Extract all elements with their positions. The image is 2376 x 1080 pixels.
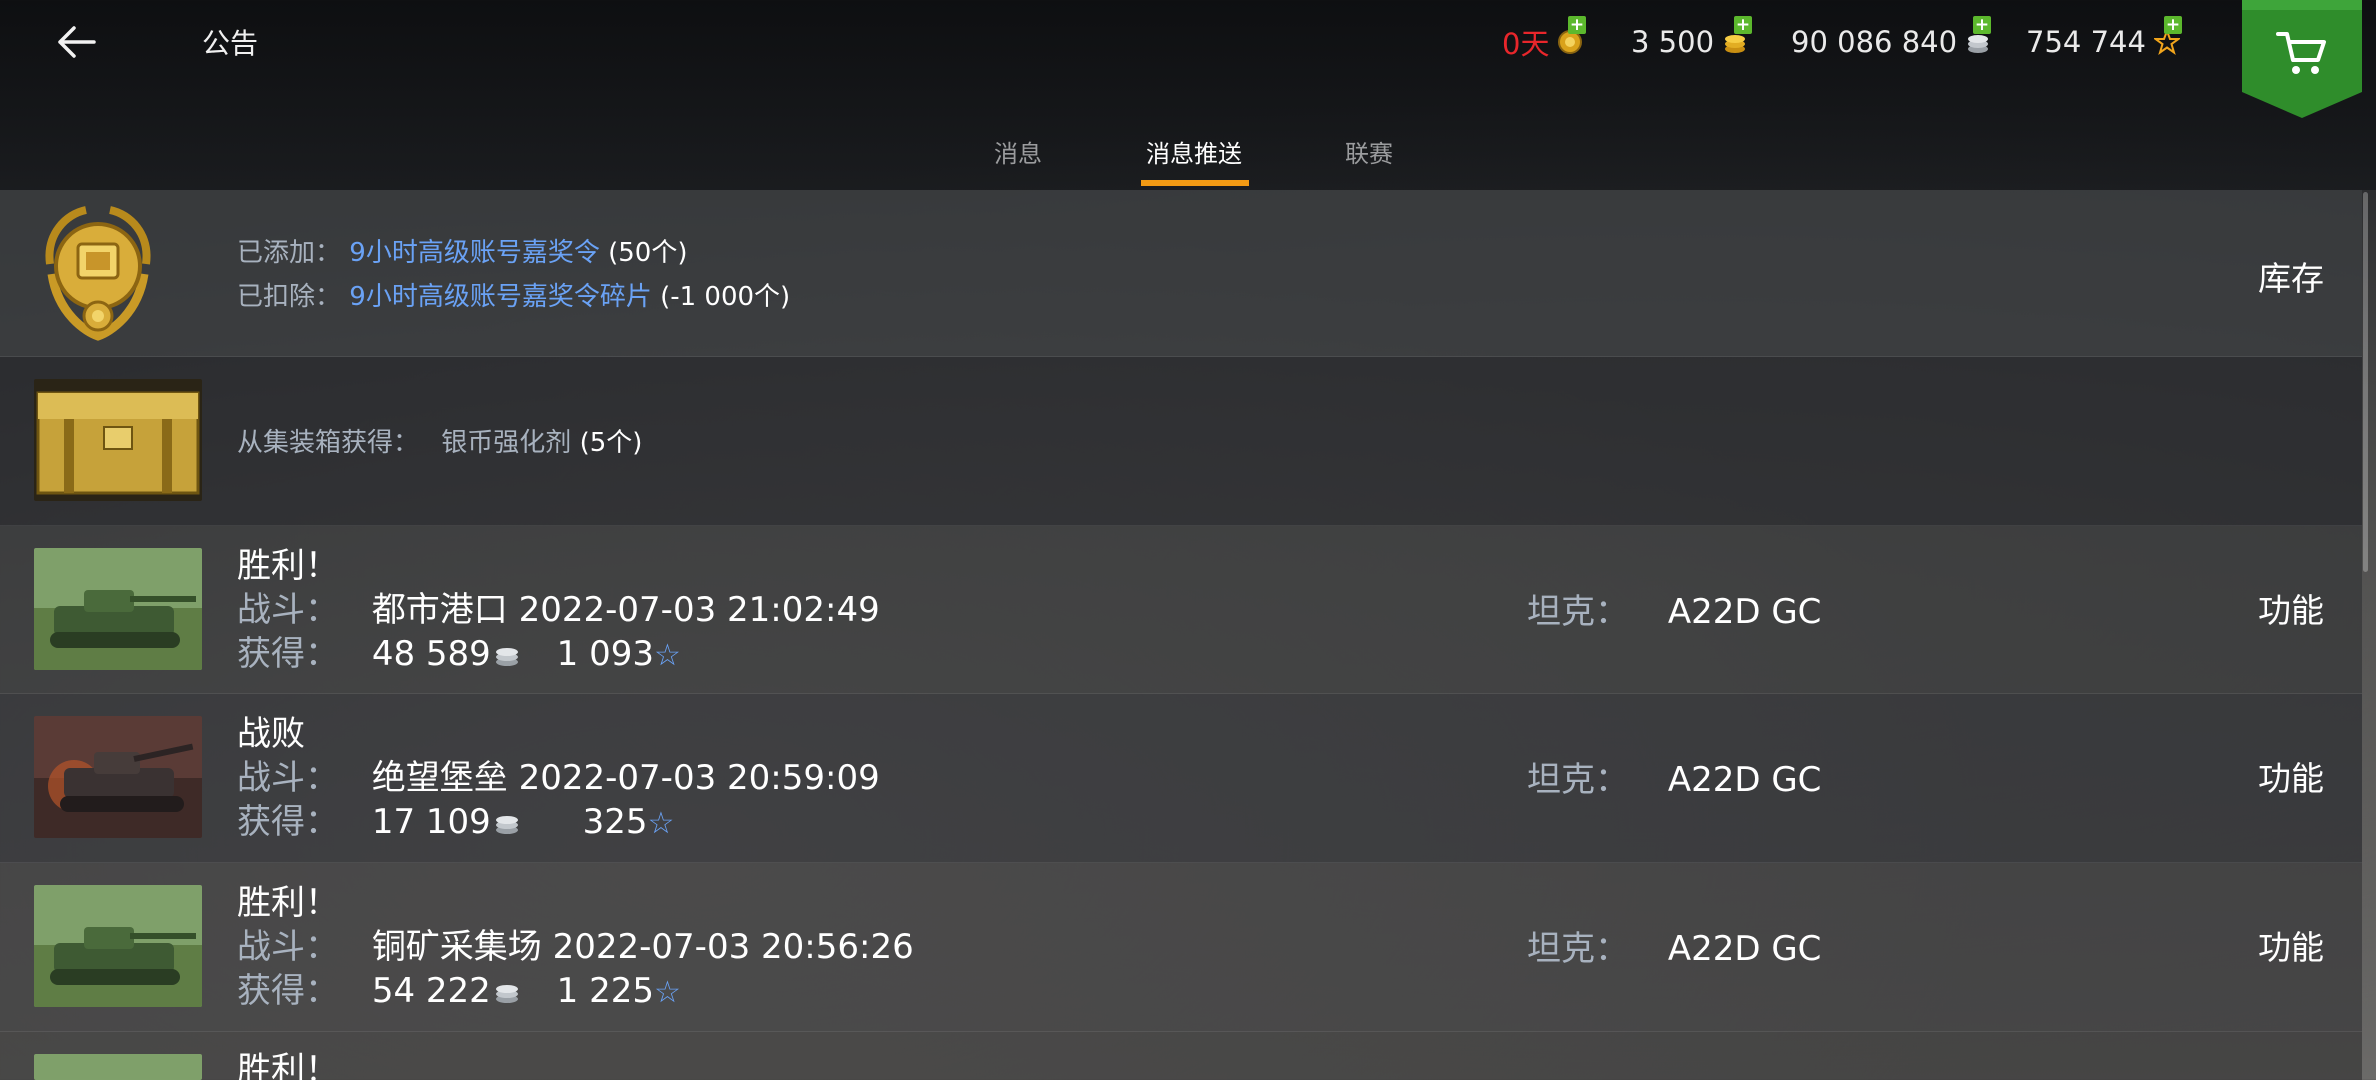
- victory-tank-image: [34, 548, 202, 670]
- tab-messages[interactable]: 消息: [994, 134, 1042, 169]
- silver-coins-icon: [495, 647, 518, 666]
- scrollbar[interactable]: [2363, 192, 2368, 572]
- premium-days-counter[interactable]: 0天 +: [1502, 16, 1586, 64]
- removed-label: 已扣除：: [237, 282, 342, 312]
- defeat-tank-image: [34, 716, 202, 838]
- battle-label: 战斗：: [237, 758, 339, 798]
- tank-info: 坦克： A22D GC: [1527, 921, 1821, 970]
- battle-result-title: 胜利！: [237, 546, 339, 586]
- battle-result-title: 胜利！: [237, 883, 339, 923]
- tank-label: 坦克：: [1527, 929, 1629, 969]
- gold-value: 3 500: [1631, 25, 1715, 59]
- tank-name: A22D GC: [1667, 760, 1822, 800]
- tank-info: 坦克： A22D GC: [1527, 752, 1821, 801]
- battle-label: 战斗：: [237, 927, 339, 967]
- function-button[interactable]: 功能: [2258, 921, 2324, 969]
- back-arrow-icon[interactable]: [52, 18, 100, 66]
- victory-tank-image: [34, 885, 202, 1007]
- earnings-label: 获得：: [237, 971, 339, 1011]
- notification-container-reward[interactable]: 从集装箱获得： 银币强化剂 (5个): [0, 357, 2362, 526]
- battle-result-title: 胜利！: [237, 1050, 339, 1080]
- tank-name: A22D GC: [1667, 592, 1822, 632]
- battle-datetime: 2022-07-03 20:56:26: [552, 927, 914, 967]
- earned-xp: 1 225: [556, 971, 654, 1011]
- top-bar: 公告 0天 + 3 500 + 90 086 840 + 754 744 + 消…: [0, 0, 2376, 190]
- inventory-button[interactable]: 库存: [2258, 252, 2324, 300]
- earned-credits: 17 109: [371, 802, 491, 842]
- battle-label: 战斗：: [237, 590, 339, 630]
- earnings-line: 获得： 17 109 325☆: [237, 794, 674, 843]
- battle-info-line: 战斗： 绝望堡垒 2022-07-03 20:59:09: [237, 750, 880, 799]
- tank-name: A22D GC: [1667, 929, 1822, 969]
- added-line: 已添加： 9小时高级账号嘉奖令 (50个): [237, 232, 687, 269]
- earnings-label: 获得：: [237, 634, 339, 674]
- shop-cart-button[interactable]: [2242, 0, 2362, 118]
- add-gold-plus-icon[interactable]: +: [1734, 16, 1752, 34]
- premium-medal-icon: [45, 206, 151, 341]
- added-label: 已添加：: [237, 238, 342, 268]
- tank-label: 坦克：: [1527, 592, 1629, 632]
- battle-datetime: 2022-07-03 21:02:49: [518, 590, 880, 630]
- container-label: 从集装箱获得：: [237, 428, 420, 458]
- container-item: 银币强化剂: [441, 428, 572, 458]
- added-item-link[interactable]: 9小时高级账号嘉奖令: [349, 238, 600, 268]
- container-line: 从集装箱获得： 银币强化剂 (5个): [237, 422, 642, 459]
- battle-info-line: 战斗： 铜矿采集场 2022-07-03 20:56:26: [237, 919, 914, 968]
- silver-coins-icon: [495, 984, 518, 1003]
- xp-star-icon: ☆: [647, 806, 675, 841]
- battle-result-row[interactable]: 胜利！ 战斗： 铜矿采集场 2022-07-03 20:56:26 获得： 54…: [0, 863, 2362, 1032]
- tab-message-push[interactable]: 消息推送: [1146, 134, 1242, 169]
- add-premium-plus-icon[interactable]: +: [1568, 16, 1586, 34]
- tank-info: 坦克： A22D GC: [1527, 584, 1821, 633]
- container-crate-image: [34, 379, 202, 501]
- premium-days-value: 0天: [1502, 27, 1550, 61]
- battle-info-line: 战斗： 都市港口 2022-07-03 21:02:49: [237, 582, 880, 631]
- battle-result-title: 战败: [237, 714, 305, 754]
- earnings-line: 获得： 48 589 1 093☆: [237, 626, 681, 675]
- earned-credits: 54 222: [371, 971, 491, 1011]
- battle-map: 绝望堡垒: [371, 758, 508, 798]
- earned-xp: 325: [582, 802, 648, 842]
- container-quantity: (5个): [579, 428, 643, 458]
- free-xp-value: 754 744: [2026, 25, 2146, 59]
- free-xp-counter[interactable]: 754 744 +: [2026, 16, 2182, 64]
- credits-value: 90 086 840: [1791, 25, 1958, 59]
- earnings-line: 获得： 54 222 1 225☆: [237, 963, 681, 1012]
- removed-item-link[interactable]: 9小时高级账号嘉奖令碎片: [349, 282, 652, 312]
- battle-result-row[interactable]: 胜利！ 战斗： 都市港口 2022-07-03 21:02:49 获得： 48 …: [0, 526, 2362, 694]
- battle-result-row[interactable]: 战败 战斗： 绝望堡垒 2022-07-03 20:59:09 获得： 17 1…: [0, 694, 2362, 863]
- earned-credits: 48 589: [371, 634, 491, 674]
- tank-label: 坦克：: [1527, 760, 1629, 800]
- tab-bar: 消息 消息推送 联赛: [0, 130, 2376, 190]
- credits-counter[interactable]: 90 086 840 +: [1791, 16, 1991, 64]
- function-button[interactable]: 功能: [2258, 752, 2324, 800]
- tab-league[interactable]: 联赛: [1345, 134, 1393, 169]
- page-title: 公告: [202, 27, 259, 60]
- battle-map: 都市港口: [371, 590, 508, 630]
- earned-xp: 1 093: [556, 634, 654, 674]
- victory-tank-image: [34, 1054, 202, 1080]
- battle-map: 铜矿采集场: [371, 927, 542, 967]
- active-tab-indicator: [1141, 180, 1249, 186]
- add-free-xp-plus-icon[interactable]: +: [2164, 16, 2182, 34]
- added-quantity: (50个): [608, 238, 688, 268]
- notification-item-added[interactable]: 已添加： 9小时高级账号嘉奖令 (50个) 已扣除： 9小时高级账号嘉奖令碎片 …: [0, 190, 2362, 357]
- removed-line: 已扣除： 9小时高级账号嘉奖令碎片 (-1 000个): [237, 276, 790, 313]
- battle-result-row[interactable]: 胜利！: [0, 1032, 2362, 1080]
- silver-coins-icon: [495, 815, 518, 834]
- add-credits-plus-icon[interactable]: +: [1973, 16, 1991, 34]
- removed-quantity: (-1 000个): [660, 282, 791, 312]
- earnings-label: 获得：: [237, 802, 339, 842]
- xp-star-icon: ☆: [653, 638, 681, 673]
- xp-star-icon: ☆: [653, 975, 681, 1010]
- gold-counter[interactable]: 3 500 +: [1631, 16, 1752, 64]
- function-button[interactable]: 功能: [2258, 584, 2324, 632]
- battle-datetime: 2022-07-03 20:59:09: [518, 758, 880, 798]
